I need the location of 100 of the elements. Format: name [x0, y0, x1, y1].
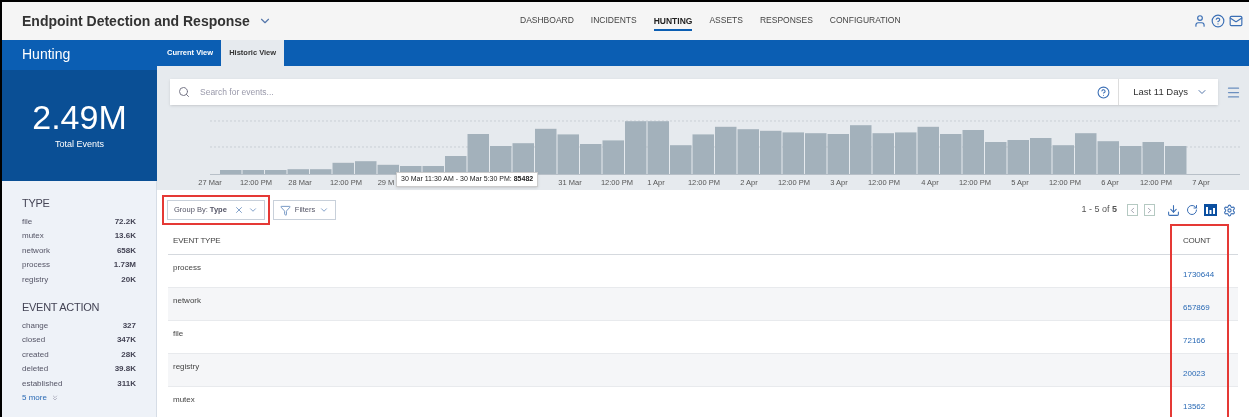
histogram-bar[interactable]: [355, 161, 377, 174]
histogram-bar[interactable]: [1007, 140, 1029, 174]
nav-tab[interactable]: ASSETS: [709, 11, 743, 31]
count-link[interactable]: 657869: [1172, 288, 1238, 320]
facet-item[interactable]: mutex: [22, 230, 44, 243]
histogram-bar[interactable]: [602, 140, 624, 174]
histogram-bar[interactable]: [490, 146, 512, 174]
app-title: Endpoint Detection and Response: [22, 11, 250, 31]
menu-icon[interactable]: [1226, 84, 1241, 100]
nav-tab[interactable]: DASHBOARD: [520, 11, 574, 31]
histogram-bar[interactable]: [940, 134, 962, 174]
histogram-bar[interactable]: [265, 170, 287, 174]
close-icon[interactable]: [233, 205, 244, 215]
facet-count: 72.2K: [114, 215, 136, 228]
histogram-bar[interactable]: [805, 133, 827, 174]
histogram-bar[interactable]: [1097, 141, 1119, 174]
count-link[interactable]: 20023: [1172, 354, 1238, 386]
table-cell-text: file: [172, 328, 185, 340]
next-page-button[interactable]: [1144, 204, 1155, 216]
histogram-bar[interactable]: [827, 134, 849, 174]
histogram-bar[interactable]: [242, 170, 264, 174]
download-icon[interactable]: [1167, 203, 1180, 217]
count-link[interactable]: 1730644: [1172, 255, 1238, 287]
histogram-bar[interactable]: [1030, 138, 1052, 174]
nav-tab[interactable]: HUNTING: [653, 10, 693, 32]
histogram-bar[interactable]: [310, 169, 332, 174]
table-cell-text: network: [172, 295, 202, 307]
page-title: Hunting: [22, 45, 71, 65]
mail-icon[interactable]: [1229, 14, 1243, 28]
histogram-bar[interactable]: [715, 126, 737, 174]
histogram-bar[interactable]: [1075, 133, 1097, 174]
histogram-bar[interactable]: [332, 162, 354, 174]
facet-item[interactable]: file: [22, 215, 33, 228]
date-range-dropdown[interactable]: Last 11 Days: [1118, 79, 1210, 105]
facet-count: 20K: [121, 273, 136, 286]
facet-count: 327: [122, 319, 136, 332]
histogram-bar[interactable]: [670, 145, 692, 174]
histogram-bar[interactable]: [557, 134, 579, 174]
histogram-bar[interactable]: [895, 132, 917, 174]
facet-item[interactable]: change: [22, 319, 49, 332]
facet-item[interactable]: registry: [22, 273, 49, 286]
help-icon[interactable]: [1211, 14, 1225, 28]
facet-title: EVENT ACTION: [22, 300, 101, 315]
filter-icon: [279, 204, 291, 216]
chevron-down-icon: [247, 205, 258, 215]
histogram-bar[interactable]: [377, 164, 399, 174]
histogram-bar[interactable]: [917, 126, 939, 174]
settings-icon[interactable]: [1223, 203, 1236, 217]
histogram-bar[interactable]: [850, 125, 872, 174]
facet-item[interactable]: closed: [22, 334, 46, 347]
histogram-bar[interactable]: [985, 142, 1007, 174]
histogram-bar[interactable]: [625, 121, 647, 174]
histogram-bar[interactable]: [872, 133, 894, 174]
table-cell-text: registry: [172, 361, 201, 373]
histogram-bar[interactable]: [1052, 145, 1074, 174]
count-link[interactable]: 72166: [1172, 321, 1238, 353]
table-row[interactable]: network 657869: [168, 288, 1238, 321]
previous-page-button[interactable]: [1127, 204, 1138, 216]
facet-title: TYPE: [22, 196, 51, 211]
nav-tab[interactable]: CONFIGURATION: [829, 11, 901, 31]
histogram-bar[interactable]: [782, 132, 804, 174]
search-field[interactable]: Search for events... Last 11 Days: [170, 79, 1218, 105]
histogram-bar[interactable]: [580, 144, 602, 174]
more-link[interactable]: 5 more: [22, 391, 59, 405]
histogram-bar[interactable]: [647, 121, 669, 174]
histogram-bar[interactable]: [467, 134, 489, 174]
facet-count: 39.8K: [114, 363, 136, 376]
facet-count: 658K: [116, 244, 136, 257]
double-chevron-down-icon: [50, 394, 59, 402]
facet-count: 347K: [116, 334, 136, 347]
histogram-bar[interactable]: [1120, 146, 1142, 174]
refresh-icon[interactable]: [1186, 204, 1198, 216]
histogram-bar[interactable]: [287, 169, 309, 174]
chevron-left-icon: [1128, 205, 1137, 215]
histogram-bar[interactable]: [1165, 146, 1187, 174]
facet-item[interactable]: process: [22, 259, 50, 272]
facet-count: 1.73M: [113, 259, 136, 272]
facet-item[interactable]: deleted: [22, 363, 49, 376]
facet-item[interactable]: created: [22, 348, 49, 361]
help-icon[interactable]: [1097, 85, 1111, 99]
facet-item[interactable]: established: [22, 377, 63, 390]
histogram-bar[interactable]: [220, 170, 242, 174]
histogram-bar[interactable]: [512, 143, 534, 174]
histogram-bar[interactable]: [1142, 142, 1164, 174]
table-cell-text: process: [172, 262, 202, 274]
nav-tab[interactable]: RESPONSES: [759, 11, 813, 31]
histogram-bar[interactable]: [535, 128, 557, 174]
user-icon[interactable]: [1193, 14, 1207, 28]
column-header: COUNT: [1182, 235, 1212, 247]
bar-chart-icon[interactable]: [1204, 204, 1217, 216]
nav-tab[interactable]: INCIDENTS: [590, 11, 637, 31]
histogram-bar[interactable]: [760, 130, 782, 174]
histogram-bar[interactable]: [962, 130, 984, 174]
facet-item[interactable]: network: [22, 244, 50, 257]
total-events-label: Total Events: [55, 137, 104, 151]
histogram-bar[interactable]: [692, 134, 714, 174]
histogram-bar[interactable]: [737, 129, 759, 174]
facet-count: 311K: [117, 377, 136, 390]
count-link[interactable]: 13562: [1172, 387, 1238, 417]
table-row[interactable]: registry 20023: [168, 354, 1238, 387]
